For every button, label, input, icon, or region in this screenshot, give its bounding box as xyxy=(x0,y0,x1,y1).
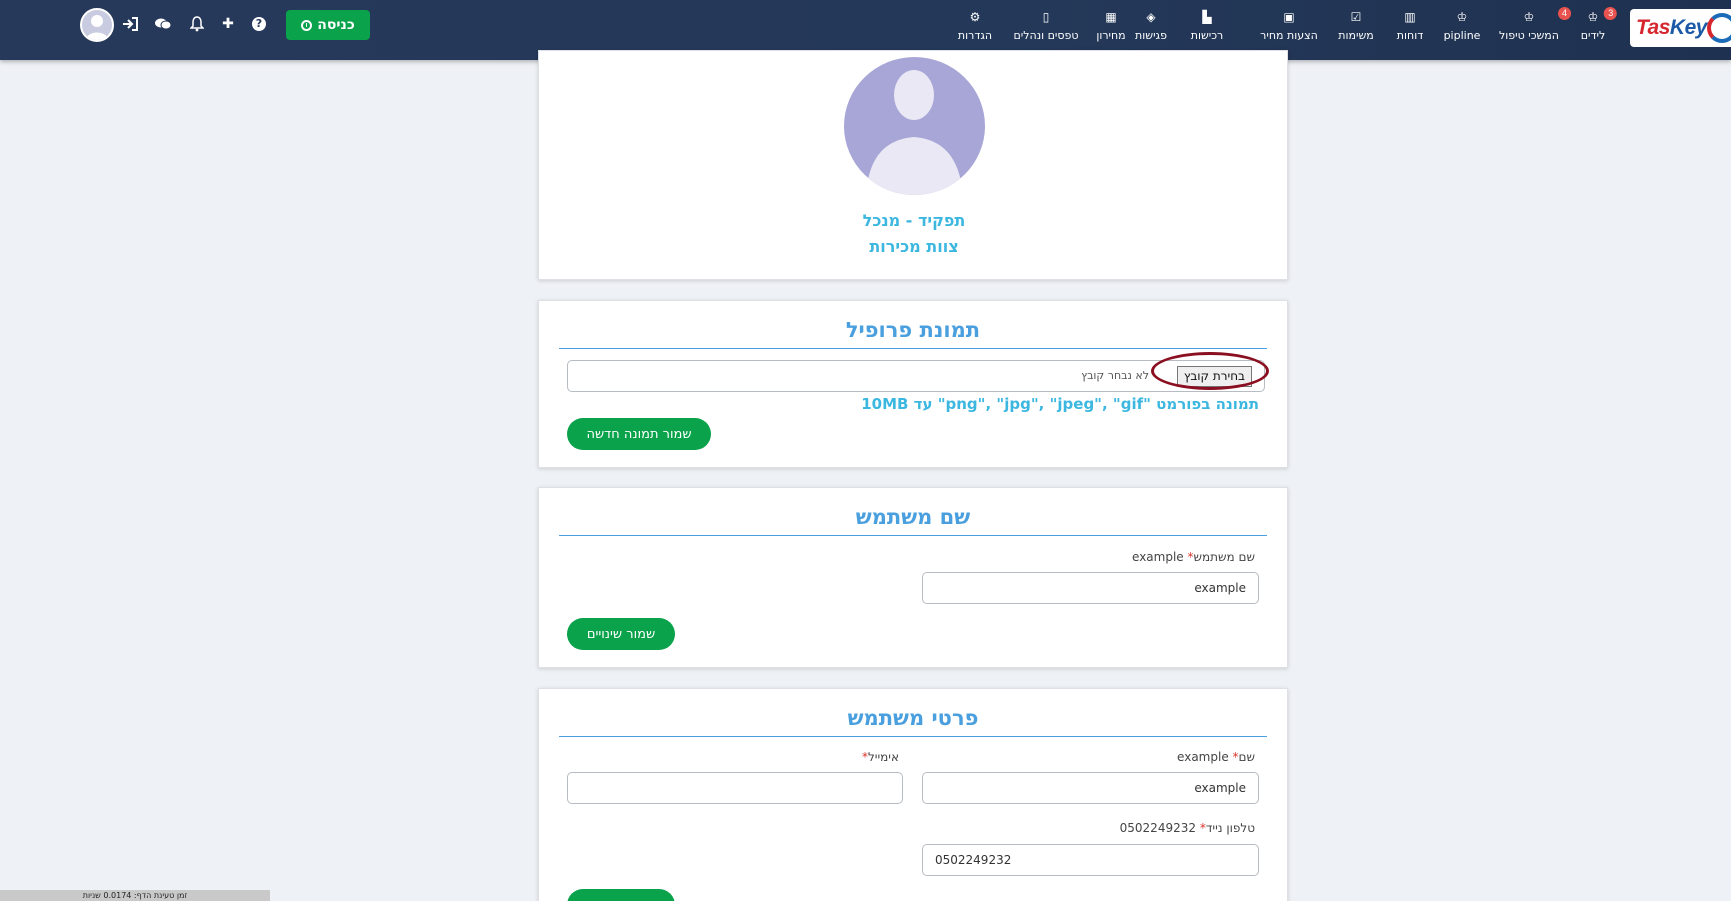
nav-item-label: pipline xyxy=(1443,29,1481,42)
profile-summary-card: תפקיד - מנכל צוות מכירות xyxy=(538,50,1288,280)
clock-in-label: כניסה xyxy=(317,17,355,33)
nav-item-6[interactable]: ▙ רכישות xyxy=(1191,10,1224,50)
building-icon: ▙ xyxy=(1202,10,1212,24)
user-avatar[interactable] xyxy=(80,8,114,42)
username-label-text: שם משתמש xyxy=(1193,550,1255,564)
nav-item-7[interactable]: ◈ פגישות xyxy=(1135,10,1167,50)
username-title: שם משתמש xyxy=(559,504,1267,536)
name-label-value: example xyxy=(1177,750,1229,764)
award-icon: ♔ xyxy=(1523,10,1535,24)
profile-avatar xyxy=(844,57,985,195)
nav-item-label: רכישות xyxy=(1190,29,1224,42)
username-label: שם משתמש* example xyxy=(1132,550,1255,564)
nav-item-3[interactable]: ▥ דוחות xyxy=(1397,10,1423,50)
nav-item-label: לידים xyxy=(1580,29,1606,42)
nav-item-1[interactable]: ♔ המשכי טיפול 4 xyxy=(1499,7,1571,50)
nav-item-label: המשכי טיפול xyxy=(1499,29,1559,42)
nav-item-8[interactable]: ▦ מחירון xyxy=(1096,10,1125,50)
clock-in-button[interactable]: כניסה xyxy=(286,10,370,40)
name-label: שם* example xyxy=(1177,750,1255,764)
annotation-highlight-oval xyxy=(1151,352,1269,390)
nav-item-0[interactable]: ♔ לידים 3 xyxy=(1580,7,1618,50)
nav-item-10[interactable]: ⚙ הגדרות xyxy=(958,10,992,50)
nav-item-label: דוחות xyxy=(1396,29,1424,42)
award-icon: ♔ xyxy=(1456,10,1468,24)
checkbox-icon: ☑ xyxy=(1350,10,1362,24)
username-input[interactable]: example xyxy=(922,572,1259,604)
nav-item-4[interactable]: ☑ משימות xyxy=(1338,10,1373,50)
clock-icon xyxy=(301,19,313,31)
logo-mark-icon xyxy=(1707,13,1731,43)
nav-item-label: הצעות מחיר xyxy=(1260,29,1318,42)
phone-label-value: 0502249232 xyxy=(1119,821,1196,835)
file-status: לא נבחר קובץ xyxy=(1081,369,1149,382)
email-label-text: אימייל xyxy=(867,750,899,764)
award-icon: ♔ xyxy=(1587,10,1599,24)
profile-team: צוות מכירות xyxy=(869,237,959,256)
document-icon: ▣ xyxy=(1283,10,1295,24)
help-icon[interactable]: ? xyxy=(252,17,266,31)
handshake-icon: ◈ xyxy=(1146,10,1156,24)
username-card: שם משתמש שם משתמש* example example שמור … xyxy=(538,487,1288,668)
nav-item-9[interactable]: ▯ טפסים ונהלים xyxy=(1014,10,1079,50)
barcode-icon: ▦ xyxy=(1105,10,1117,24)
bell-icon[interactable] xyxy=(187,14,207,34)
logo-text: TasKey xyxy=(1636,16,1707,39)
nav-item-label: הגדרות xyxy=(957,29,993,42)
form-icon: ▯ xyxy=(1042,10,1050,24)
nav-item-label: משימות xyxy=(1338,29,1374,42)
nav-item-2[interactable]: ♔ pipline xyxy=(1444,10,1481,50)
chat-icon[interactable] xyxy=(153,14,173,34)
nav-item-5[interactable]: ▣ הצעות מחיר xyxy=(1260,10,1318,50)
nav-item-label: טפסים ונהלים xyxy=(1013,29,1079,42)
save-changes-button[interactable]: שמור שינויים xyxy=(567,618,675,650)
email-input[interactable] xyxy=(567,772,903,804)
notification-badge: 4 xyxy=(1557,7,1571,20)
save-details-button[interactable] xyxy=(567,889,675,901)
profile-role: תפקיד - מנכל xyxy=(862,211,966,230)
nav-item-label: פגישות xyxy=(1135,29,1167,42)
username-label-value: example xyxy=(1132,550,1184,564)
name-label-text: שם xyxy=(1238,750,1255,764)
plus-icon[interactable]: ✚ xyxy=(218,14,238,34)
save-new-photo-button[interactable]: שמור תמונה חדשה xyxy=(567,418,711,450)
phone-input[interactable]: 0502249232 xyxy=(922,844,1259,876)
phone-label-text: טלפון נייד xyxy=(1205,821,1255,835)
user-details-title: פרטי משתמש xyxy=(559,705,1267,737)
name-input[interactable]: example xyxy=(922,772,1259,804)
phone-label: טלפון נייד* 0502249232 xyxy=(1119,821,1255,835)
user-details-card: פרטי משתמש שם* example example אימייל* ט… xyxy=(538,688,1288,901)
email-label: אימייל* xyxy=(861,750,899,764)
bar-chart-icon: ▥ xyxy=(1404,10,1416,24)
page-load-time: זמן טעינת הדף: 0.0174 שניות xyxy=(0,890,270,901)
profile-photo-card: תמונת פרופיל לא נבחר קובץ בחירת קובץ תמו… xyxy=(538,300,1288,468)
format-note: תמונה בפורמט "png", "jpg", "jpeg", "gif"… xyxy=(861,395,1259,413)
login-icon[interactable] xyxy=(120,14,140,34)
nav-item-label: מחירון xyxy=(1096,29,1126,42)
gear-icon: ⚙ xyxy=(969,10,981,24)
taskey-logo[interactable]: TasKey xyxy=(1630,9,1731,47)
profile-photo-title: תמונת פרופיל xyxy=(559,317,1267,349)
notification-badge: 3 xyxy=(1604,7,1618,20)
